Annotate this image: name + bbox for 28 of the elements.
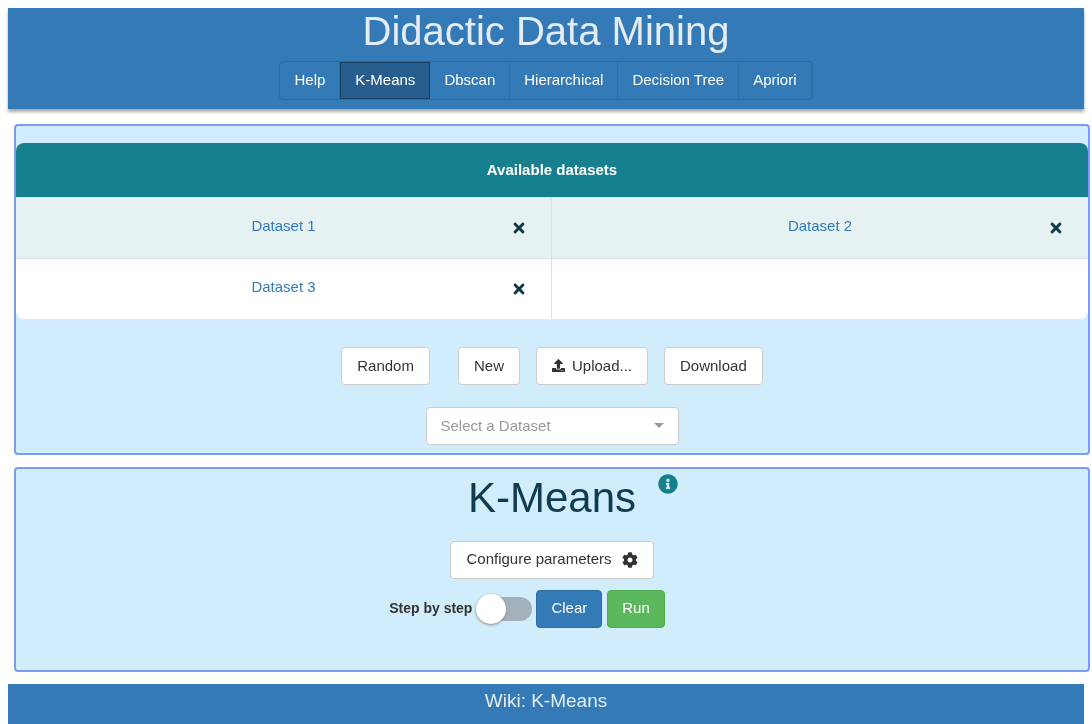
select-placeholder: Select a Dataset xyxy=(440,415,551,436)
dataset-button[interactable]: Random xyxy=(341,346,430,385)
wiki-title: Wiki: K-Means xyxy=(484,689,608,714)
dataset-button[interactable]: New xyxy=(457,346,520,385)
upload-icon xyxy=(551,359,565,373)
dataset-link[interactable]: Dataset 1 xyxy=(251,214,316,238)
dataset-button[interactable]: Upload... xyxy=(535,346,648,385)
nav-tab[interactable]: Hierarchical xyxy=(510,62,619,99)
algorithm-title: K-Means xyxy=(467,473,637,521)
dataset-link[interactable]: Dataset 2 xyxy=(787,214,853,238)
nav-tab[interactable]: Dbscan xyxy=(430,62,511,99)
clear-button[interactable]: Clear xyxy=(536,589,603,628)
app-title: Didactic Data Mining xyxy=(362,8,730,54)
dataset-select[interactable]: Select a Dataset xyxy=(425,406,679,445)
caret-icon xyxy=(653,423,664,429)
run-button[interactable]: Run xyxy=(607,589,665,628)
gear-icon xyxy=(621,551,638,568)
wiki-bar[interactable]: Wiki: K-Means xyxy=(8,684,1084,724)
configure-button[interactable]: Configure parameters xyxy=(450,540,654,579)
step-label: Step by step xyxy=(389,599,473,618)
table-title: Available datasets xyxy=(486,159,618,180)
info-icon[interactable] xyxy=(658,473,679,494)
nav-tab[interactable]: K-Means xyxy=(340,62,431,99)
dataset-button[interactable]: Download xyxy=(664,346,763,385)
step-toggle[interactable] xyxy=(476,596,533,621)
nav-tab[interactable]: Apriori xyxy=(739,62,812,99)
dataset-link[interactable]: Dataset 3 xyxy=(251,275,316,299)
nav-tab[interactable]: Decision Tree xyxy=(618,62,740,99)
